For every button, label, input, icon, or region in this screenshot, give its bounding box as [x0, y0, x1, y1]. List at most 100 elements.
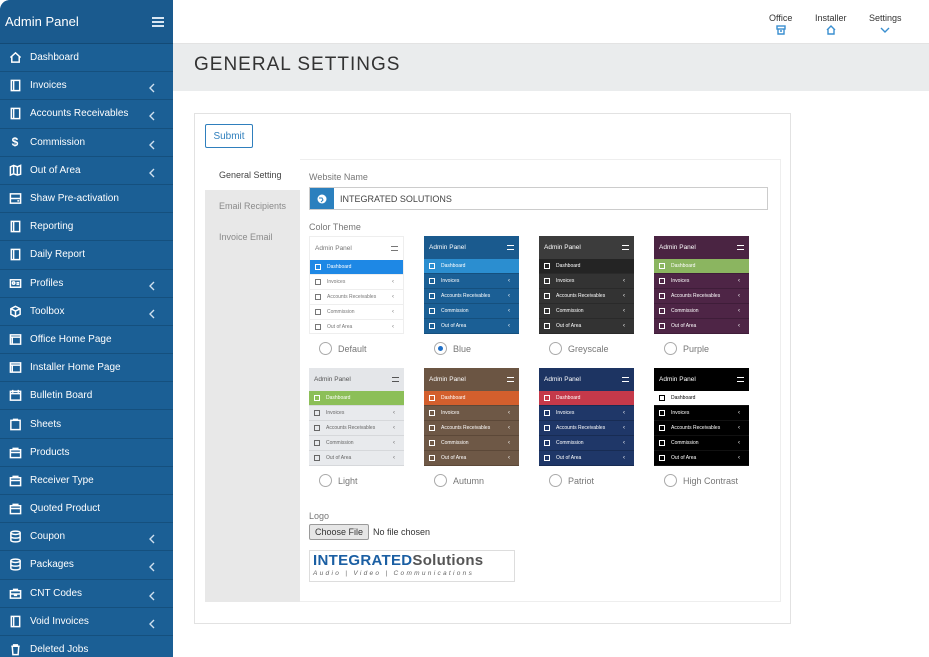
- theme-radio-row[interactable]: Purple: [654, 342, 749, 355]
- theme-option-autumn[interactable]: Admin Panel Dashboard Invoices ‹ Accounts Re…: [424, 368, 519, 487]
- sidebar-item-reporting[interactable]: Reporting: [0, 213, 173, 242]
- page-title: GENERAL SETTINGS: [194, 54, 401, 75]
- theme-preview-row: Accounts Receivables ‹: [309, 421, 404, 436]
- clipboard-icon: [0, 418, 30, 431]
- chevron-left-icon: ‹: [738, 308, 740, 314]
- theme-radio[interactable]: [434, 342, 447, 355]
- theme-radio[interactable]: [319, 342, 332, 355]
- sidebar-item-commission[interactable]: $ Commission: [0, 129, 173, 157]
- theme-preview-row-label: Commission: [441, 440, 469, 446]
- topnav-settings[interactable]: Settings: [869, 13, 902, 35]
- theme-radio[interactable]: [664, 474, 677, 487]
- sidebar-item-void-invoices[interactable]: Void Invoices: [0, 608, 173, 636]
- sidebar-item-daily-report[interactable]: Daily Report: [0, 241, 173, 270]
- calendar-icon: [0, 389, 30, 402]
- theme-radio-row[interactable]: Patriot: [539, 474, 634, 487]
- sidebar-title: Admin Panel: [5, 14, 79, 29]
- theme-radio-row[interactable]: Default: [309, 342, 404, 355]
- theme-preview-row-label: Dashboard: [441, 263, 466, 269]
- tab-invoice-email[interactable]: Invoice Email: [205, 221, 300, 252]
- theme-radio-row[interactable]: Greyscale: [539, 342, 634, 355]
- window-icon: [0, 361, 30, 374]
- theme-option-purple[interactable]: Admin Panel Dashboard Invoices ‹ Accounts Re…: [654, 236, 749, 355]
- theme-thumbnail[interactable]: Admin Panel Dashboard Invoices ‹ Accounts Re…: [424, 368, 519, 466]
- chevron-left-icon: ‹: [738, 293, 740, 299]
- website-name-label: Website Name: [309, 172, 368, 182]
- sidebar-item-deleted-jobs[interactable]: Deleted Jobs: [0, 636, 173, 657]
- website-name-field[interactable]: INTEGRATED SOLUTIONS: [309, 187, 768, 210]
- theme-radio[interactable]: [319, 474, 332, 487]
- theme-radio[interactable]: [549, 474, 562, 487]
- hamburger-menu-icon[interactable]: [152, 16, 164, 27]
- theme-preview-row-label: Accounts Receivables: [671, 425, 721, 431]
- theme-preview-row-label: Commission: [327, 309, 355, 315]
- theme-thumbnail[interactable]: Admin Panel Dashboard Invoices ‹ Accounts Re…: [424, 236, 519, 334]
- chevron-left-icon: [148, 306, 158, 319]
- submit-button[interactable]: Submit: [205, 124, 253, 148]
- theme-thumbnail[interactable]: Admin Panel Dashboard Invoices ‹ Accounts Re…: [654, 368, 749, 466]
- sidebar-item-installer-home-page[interactable]: Installer Home Page: [0, 354, 173, 383]
- theme-thumbnail[interactable]: Admin Panel Dashboard Invoices ‹ Accounts Re…: [309, 236, 404, 334]
- sidebar-item-toolbox[interactable]: Toolbox: [0, 298, 173, 326]
- sidebar-item-office-home-page[interactable]: Office Home Page: [0, 326, 173, 355]
- theme-preview-row-label: Invoices: [556, 410, 575, 416]
- theme-name: Blue: [453, 343, 472, 354]
- theme-option-greyscale[interactable]: Admin Panel Dashboard Invoices ‹ Accounts Re…: [539, 236, 634, 355]
- theme-preview-row: Invoices ‹: [539, 274, 634, 289]
- theme-preview-row: Out of Area ‹: [310, 320, 403, 333]
- theme-thumbnail[interactable]: Admin Panel Dashboard Invoices ‹ Accounts Re…: [539, 236, 634, 334]
- chevron-left-icon: ‹: [623, 410, 625, 416]
- theme-radio-row[interactable]: Blue: [424, 342, 519, 355]
- theme-preview-row-label: Invoices: [441, 278, 460, 284]
- sidebar-item-invoices[interactable]: Invoices: [0, 72, 173, 101]
- chevron-left-icon: ‹: [738, 455, 740, 461]
- theme-thumbnail[interactable]: Admin Panel Dashboard Invoices ‹ Accounts Re…: [654, 236, 749, 334]
- menu-icon: [544, 293, 550, 299]
- sidebar-item-profiles[interactable]: Profiles: [0, 270, 173, 298]
- sidebar-item-dashboard[interactable]: Dashboard: [0, 44, 173, 73]
- theme-radio-row[interactable]: Autumn: [424, 474, 519, 487]
- theme-option-patriot[interactable]: Admin Panel Dashboard Invoices ‹ Accounts Re…: [539, 368, 634, 487]
- sidebar-item-receiver-type[interactable]: Receiver Type: [0, 467, 173, 495]
- topnav-office[interactable]: Office: [769, 13, 792, 35]
- hamburger-menu-icon: [622, 377, 629, 382]
- chevron-left-icon: [148, 531, 158, 544]
- sidebar-item-packages[interactable]: Packages: [0, 551, 173, 580]
- theme-preview-row: Commission ‹: [424, 304, 519, 319]
- theme-radio-row[interactable]: High Contrast: [654, 474, 749, 487]
- theme-thumbnail[interactable]: Admin Panel Dashboard Invoices ‹ Accounts Re…: [539, 368, 634, 466]
- sidebar-item-quoted-product[interactable]: Quoted Product: [0, 495, 173, 524]
- theme-option-default[interactable]: Admin Panel Dashboard Invoices ‹ Accounts Re…: [309, 236, 404, 355]
- choose-file-button[interactable]: Choose File: [309, 524, 370, 540]
- sidebar-item-label: Quoted Product: [30, 503, 101, 515]
- sidebar-item-out-of-area[interactable]: Out of Area: [0, 157, 173, 185]
- theme-radio[interactable]: [434, 474, 447, 487]
- theme-preview-row: Commission ‹: [654, 304, 749, 319]
- theme-option-blue[interactable]: Admin Panel Dashboard Invoices ‹ Accounts Re…: [424, 236, 519, 355]
- menu-icon: [314, 395, 320, 401]
- theme-option-high-contrast[interactable]: Admin Panel Dashboard Invoices ‹ Accounts Re…: [654, 368, 749, 487]
- theme-radio[interactable]: [549, 342, 562, 355]
- logo-file-input[interactable]: Choose File No file chosen: [309, 524, 430, 540]
- theme-preview-header: Admin Panel: [654, 236, 749, 259]
- theme-option-light[interactable]: Admin Panel Dashboard Invoices ‹ Accounts Re…: [309, 368, 404, 487]
- website-name-input[interactable]: INTEGRATED SOLUTIONS: [334, 188, 452, 209]
- theme-preview-header: Admin Panel: [310, 237, 403, 260]
- theme-preview-row: Out of Area ‹: [309, 451, 404, 466]
- theme-radio[interactable]: [664, 342, 677, 355]
- sidebar-item-cnt-codes[interactable]: CNT Codes: [0, 580, 173, 608]
- theme-radio-row[interactable]: Light: [309, 474, 404, 487]
- bag-icon: [0, 474, 30, 487]
- sidebar-item-sheets[interactable]: Sheets: [0, 410, 173, 439]
- sidebar-item-coupon[interactable]: Coupon: [0, 523, 173, 552]
- theme-preview-title: Admin Panel: [315, 245, 352, 252]
- topnav-installer[interactable]: Installer: [815, 13, 847, 35]
- menu-icon: [659, 308, 665, 314]
- sidebar-item-products[interactable]: Products: [0, 439, 173, 467]
- sidebar-item-bulletin-board[interactable]: Bulletin Board: [0, 382, 173, 411]
- sidebar-item-shaw-pre-activation[interactable]: Shaw Pre-activation: [0, 185, 173, 214]
- tab-general-setting[interactable]: General Setting: [205, 159, 300, 190]
- theme-thumbnail[interactable]: Admin Panel Dashboard Invoices ‹ Accounts Re…: [309, 368, 404, 466]
- sidebar-item-accounts-receivables[interactable]: Accounts Receivables: [0, 100, 173, 129]
- tab-email-recipients[interactable]: Email Recipients: [205, 190, 300, 221]
